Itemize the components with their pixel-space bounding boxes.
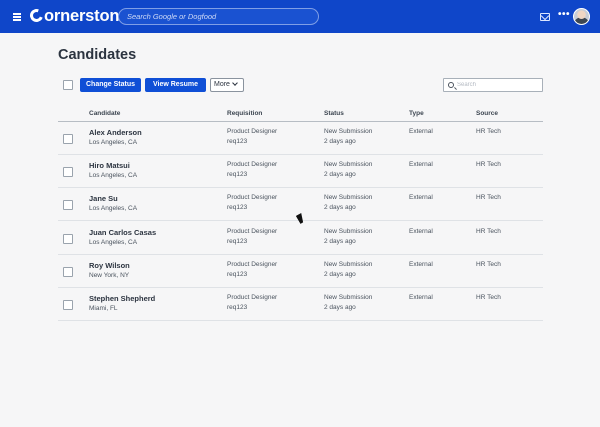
requisition-title: Product Designer bbox=[227, 128, 278, 135]
table-row[interactable]: Stephen Shepherd Miami, FL Product Desig… bbox=[58, 288, 543, 321]
search-icon bbox=[448, 81, 454, 88]
candidate-location: Los Angeles, CA bbox=[89, 139, 138, 146]
table-row[interactable]: Hiro Matsui Los Angeles, CA Product Desi… bbox=[58, 155, 543, 188]
column-header-source[interactable]: Source bbox=[476, 110, 498, 117]
column-header-type[interactable]: Type bbox=[409, 110, 424, 117]
candidate-location: Miami, FL bbox=[89, 305, 118, 312]
candidate-source: HR Tech bbox=[476, 194, 501, 201]
status-time: 2 days ago bbox=[324, 138, 356, 145]
chevron-down-icon bbox=[232, 80, 238, 86]
row-checkbox[interactable] bbox=[63, 267, 73, 277]
requisition-id: req123 bbox=[227, 304, 248, 311]
candidate-type: External bbox=[409, 228, 433, 235]
status-text: New Submission bbox=[324, 128, 373, 135]
more-dropdown-label: More bbox=[214, 81, 230, 88]
select-all-checkbox[interactable] bbox=[63, 80, 73, 90]
requisition-title: Product Designer bbox=[227, 161, 278, 168]
column-header-status[interactable]: Status bbox=[324, 110, 344, 117]
avatar[interactable] bbox=[573, 8, 590, 25]
column-header-candidate[interactable]: Candidate bbox=[89, 110, 120, 117]
row-checkbox[interactable] bbox=[63, 234, 73, 244]
page-title: Candidates bbox=[58, 47, 137, 63]
requisition-id: req123 bbox=[227, 238, 248, 245]
candidate-name[interactable]: Juan Carlos Casas bbox=[89, 228, 156, 237]
candidate-location: Los Angeles, CA bbox=[89, 172, 138, 179]
global-search-input[interactable] bbox=[118, 8, 319, 25]
requisition-title: Product Designer bbox=[227, 194, 278, 201]
candidate-location: New York, NY bbox=[89, 272, 130, 279]
status-text: New Submission bbox=[324, 294, 373, 301]
status-time: 2 days ago bbox=[324, 204, 356, 211]
candidate-name[interactable]: Hiro Matsui bbox=[89, 161, 130, 170]
candidate-search[interactable] bbox=[443, 78, 543, 92]
status-time: 2 days ago bbox=[324, 238, 356, 245]
row-checkbox[interactable] bbox=[63, 200, 73, 210]
status-text: New Submission bbox=[324, 194, 373, 201]
menu-icon[interactable] bbox=[13, 13, 21, 21]
row-checkbox[interactable] bbox=[63, 167, 73, 177]
candidate-source: HR Tech bbox=[476, 261, 501, 268]
candidate-source: HR Tech bbox=[476, 128, 501, 135]
logo-text: ornerstone bbox=[44, 7, 129, 25]
top-bar: ornerstone ••• bbox=[0, 0, 600, 33]
candidate-source: HR Tech bbox=[476, 228, 501, 235]
candidate-name[interactable]: Stephen Shepherd bbox=[89, 294, 155, 303]
candidate-type: External bbox=[409, 194, 433, 201]
candidate-search-input[interactable] bbox=[457, 80, 541, 90]
status-time: 2 days ago bbox=[324, 304, 356, 311]
table-row[interactable]: Roy Wilson New York, NY Product Designer… bbox=[58, 255, 543, 288]
status-text: New Submission bbox=[324, 228, 373, 235]
candidate-location: Los Angeles, CA bbox=[89, 205, 138, 212]
requisition-id: req123 bbox=[227, 171, 248, 178]
requisition-id: req123 bbox=[227, 138, 248, 145]
table-row[interactable]: Alex Anderson Los Angeles, CA Product De… bbox=[58, 122, 543, 155]
view-resume-button[interactable]: View Resume bbox=[145, 78, 206, 92]
requisition-title: Product Designer bbox=[227, 261, 278, 268]
change-status-button[interactable]: Change Status bbox=[80, 78, 141, 92]
row-checkbox[interactable] bbox=[63, 300, 73, 310]
candidate-name[interactable]: Alex Anderson bbox=[89, 128, 142, 137]
candidate-name[interactable]: Roy Wilson bbox=[89, 261, 130, 270]
more-dropdown[interactable]: More bbox=[210, 78, 244, 92]
candidate-source: HR Tech bbox=[476, 161, 501, 168]
status-time: 2 days ago bbox=[324, 171, 356, 178]
logo-mark-icon bbox=[27, 6, 46, 25]
table-row[interactable]: Juan Carlos Casas Los Angeles, CA Produc… bbox=[58, 222, 543, 255]
candidate-type: External bbox=[409, 128, 433, 135]
candidate-source: HR Tech bbox=[476, 294, 501, 301]
cornerstone-logo[interactable]: ornerstone bbox=[27, 6, 129, 26]
status-time: 2 days ago bbox=[324, 271, 356, 278]
status-text: New Submission bbox=[324, 261, 373, 268]
requisition-id: req123 bbox=[227, 204, 248, 211]
row-checkbox[interactable] bbox=[63, 134, 73, 144]
candidate-type: External bbox=[409, 294, 433, 301]
column-header-requisition[interactable]: Requisition bbox=[227, 110, 262, 117]
candidate-type: External bbox=[409, 161, 433, 168]
candidate-type: External bbox=[409, 261, 433, 268]
candidate-name[interactable]: Jane Su bbox=[89, 194, 118, 203]
status-text: New Submission bbox=[324, 161, 373, 168]
requisition-title: Product Designer bbox=[227, 228, 278, 235]
candidate-location: Los Angeles, CA bbox=[89, 239, 138, 246]
requisition-id: req123 bbox=[227, 271, 248, 278]
requisition-title: Product Designer bbox=[227, 294, 278, 301]
more-icon[interactable]: ••• bbox=[558, 9, 570, 20]
mail-icon[interactable] bbox=[540, 13, 550, 21]
